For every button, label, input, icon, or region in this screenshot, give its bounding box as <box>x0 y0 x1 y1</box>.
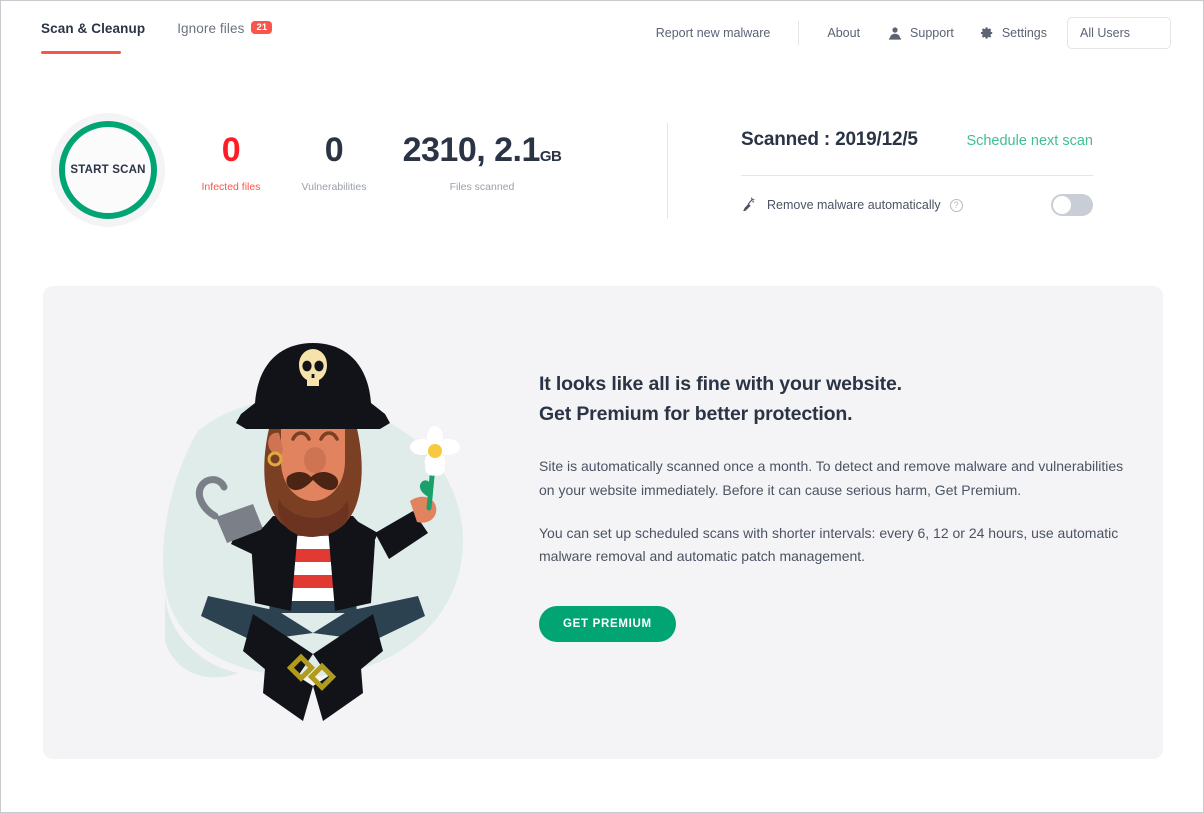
auto-remove-label: Remove malware automatically <box>767 198 941 212</box>
premium-promo-card: It looks like all is fine with your webs… <box>43 286 1163 759</box>
app-header: Scan & Cleanup Ignore files 21 Report ne… <box>1 1 1203 65</box>
nav-settings-label: Settings <box>1001 26 1047 40</box>
nav-support[interactable]: Support <box>888 26 954 40</box>
panel-divider <box>741 175 1093 176</box>
scan-summary: START SCAN 0 Infected files 0 Vulnerabil… <box>1 101 1203 241</box>
scan-schedule-panel: Scanned : 2019/12/5 Schedule next scan R… <box>741 129 1093 216</box>
promo-heading-line2: Get Premium for better protection. <box>539 403 853 426</box>
get-premium-button[interactable]: GET PREMIUM <box>539 605 676 642</box>
stat-files-scanned-number: 2310, 2.1 <box>402 131 541 169</box>
auto-remove-group: Remove malware automatically ? <box>741 197 963 214</box>
stat-infected-files-value: 0 <box>221 131 241 169</box>
help-icon[interactable]: ? <box>949 198 963 212</box>
gear-icon <box>980 26 994 40</box>
active-tab-underline <box>41 51 121 54</box>
nav-report-new-malware[interactable]: Report new malware <box>656 26 771 40</box>
nav-about[interactable]: About <box>827 26 860 40</box>
promo-copy: It looks like all is fine with your webs… <box>539 369 1129 642</box>
scan-schedule-header: Scanned : 2019/12/5 Schedule next scan <box>741 129 1093 151</box>
ignore-files-count-badge: 21 <box>251 20 273 35</box>
user-filter-value: All Users <box>1080 26 1131 40</box>
pirate-meditating-illustration <box>103 311 523 731</box>
start-scan-ring: START SCAN <box>51 113 165 227</box>
stat-vulnerabilities: 0 Vulnerabilities <box>281 133 387 193</box>
auto-remove-toggle[interactable] <box>1051 194 1093 216</box>
user-icon <box>888 26 902 40</box>
broom-icon <box>741 197 758 214</box>
stat-files-scanned-label: Files scanned <box>449 181 515 193</box>
nav-about-label: About <box>827 26 861 40</box>
secondary-nav: Report new malware About Support Setting… <box>656 17 1171 49</box>
tab-scan-and-cleanup[interactable]: Scan & Cleanup <box>41 21 146 54</box>
stat-vulnerabilities-label: Vulnerabilities <box>301 181 367 193</box>
summary-divider <box>667 123 668 219</box>
nav-support-label: Support <box>910 26 954 40</box>
tab-ignore-files[interactable]: Ignore files 21 <box>177 20 273 40</box>
tab-ignore-files-label: Ignore files <box>177 21 245 36</box>
auto-remove-toggle-knob <box>1053 196 1071 214</box>
schedule-next-scan-link[interactable]: Schedule next scan <box>966 133 1093 149</box>
promo-paragraph-2: You can set up scheduled scans with shor… <box>539 524 1119 564</box>
start-scan-label: START SCAN <box>70 164 146 176</box>
stat-files-scanned: 2310, 2.1GB Files scanned <box>387 133 577 193</box>
stat-vulnerabilities-value: 0 <box>324 131 344 169</box>
scan-stats: 0 Infected files 0 Vulnerabilities 2310,… <box>181 133 577 193</box>
promo-paragraph-1: Site is automatically scanned once a mon… <box>539 458 1124 498</box>
stat-files-scanned-unit: GB <box>539 148 562 165</box>
user-filter-select[interactable]: All Users <box>1067 17 1171 49</box>
nav-divider <box>798 21 800 45</box>
tab-scan-and-cleanup-label: Scan & Cleanup <box>41 21 146 36</box>
start-scan-button[interactable]: START SCAN <box>59 121 157 219</box>
stat-files-scanned-value: 2310, 2.1GB <box>387 133 577 167</box>
promo-heading: It looks like all is fine with your webs… <box>539 369 1129 429</box>
nav-settings[interactable]: Settings <box>980 26 1047 40</box>
stat-infected-files: 0 Infected files <box>181 133 281 193</box>
primary-tabs: Scan & Cleanup Ignore files 21 <box>41 20 273 54</box>
app-window: Scan & Cleanup Ignore files 21 Report ne… <box>0 0 1204 813</box>
nav-report-new-malware-label: Report new malware <box>655 26 771 40</box>
stat-infected-files-label: Infected files <box>201 181 261 193</box>
auto-remove-row: Remove malware automatically ? <box>741 194 1093 216</box>
promo-heading-line1: It looks like all is fine with your webs… <box>539 373 902 395</box>
last-scanned-label: Scanned : 2019/12/5 <box>741 129 918 150</box>
